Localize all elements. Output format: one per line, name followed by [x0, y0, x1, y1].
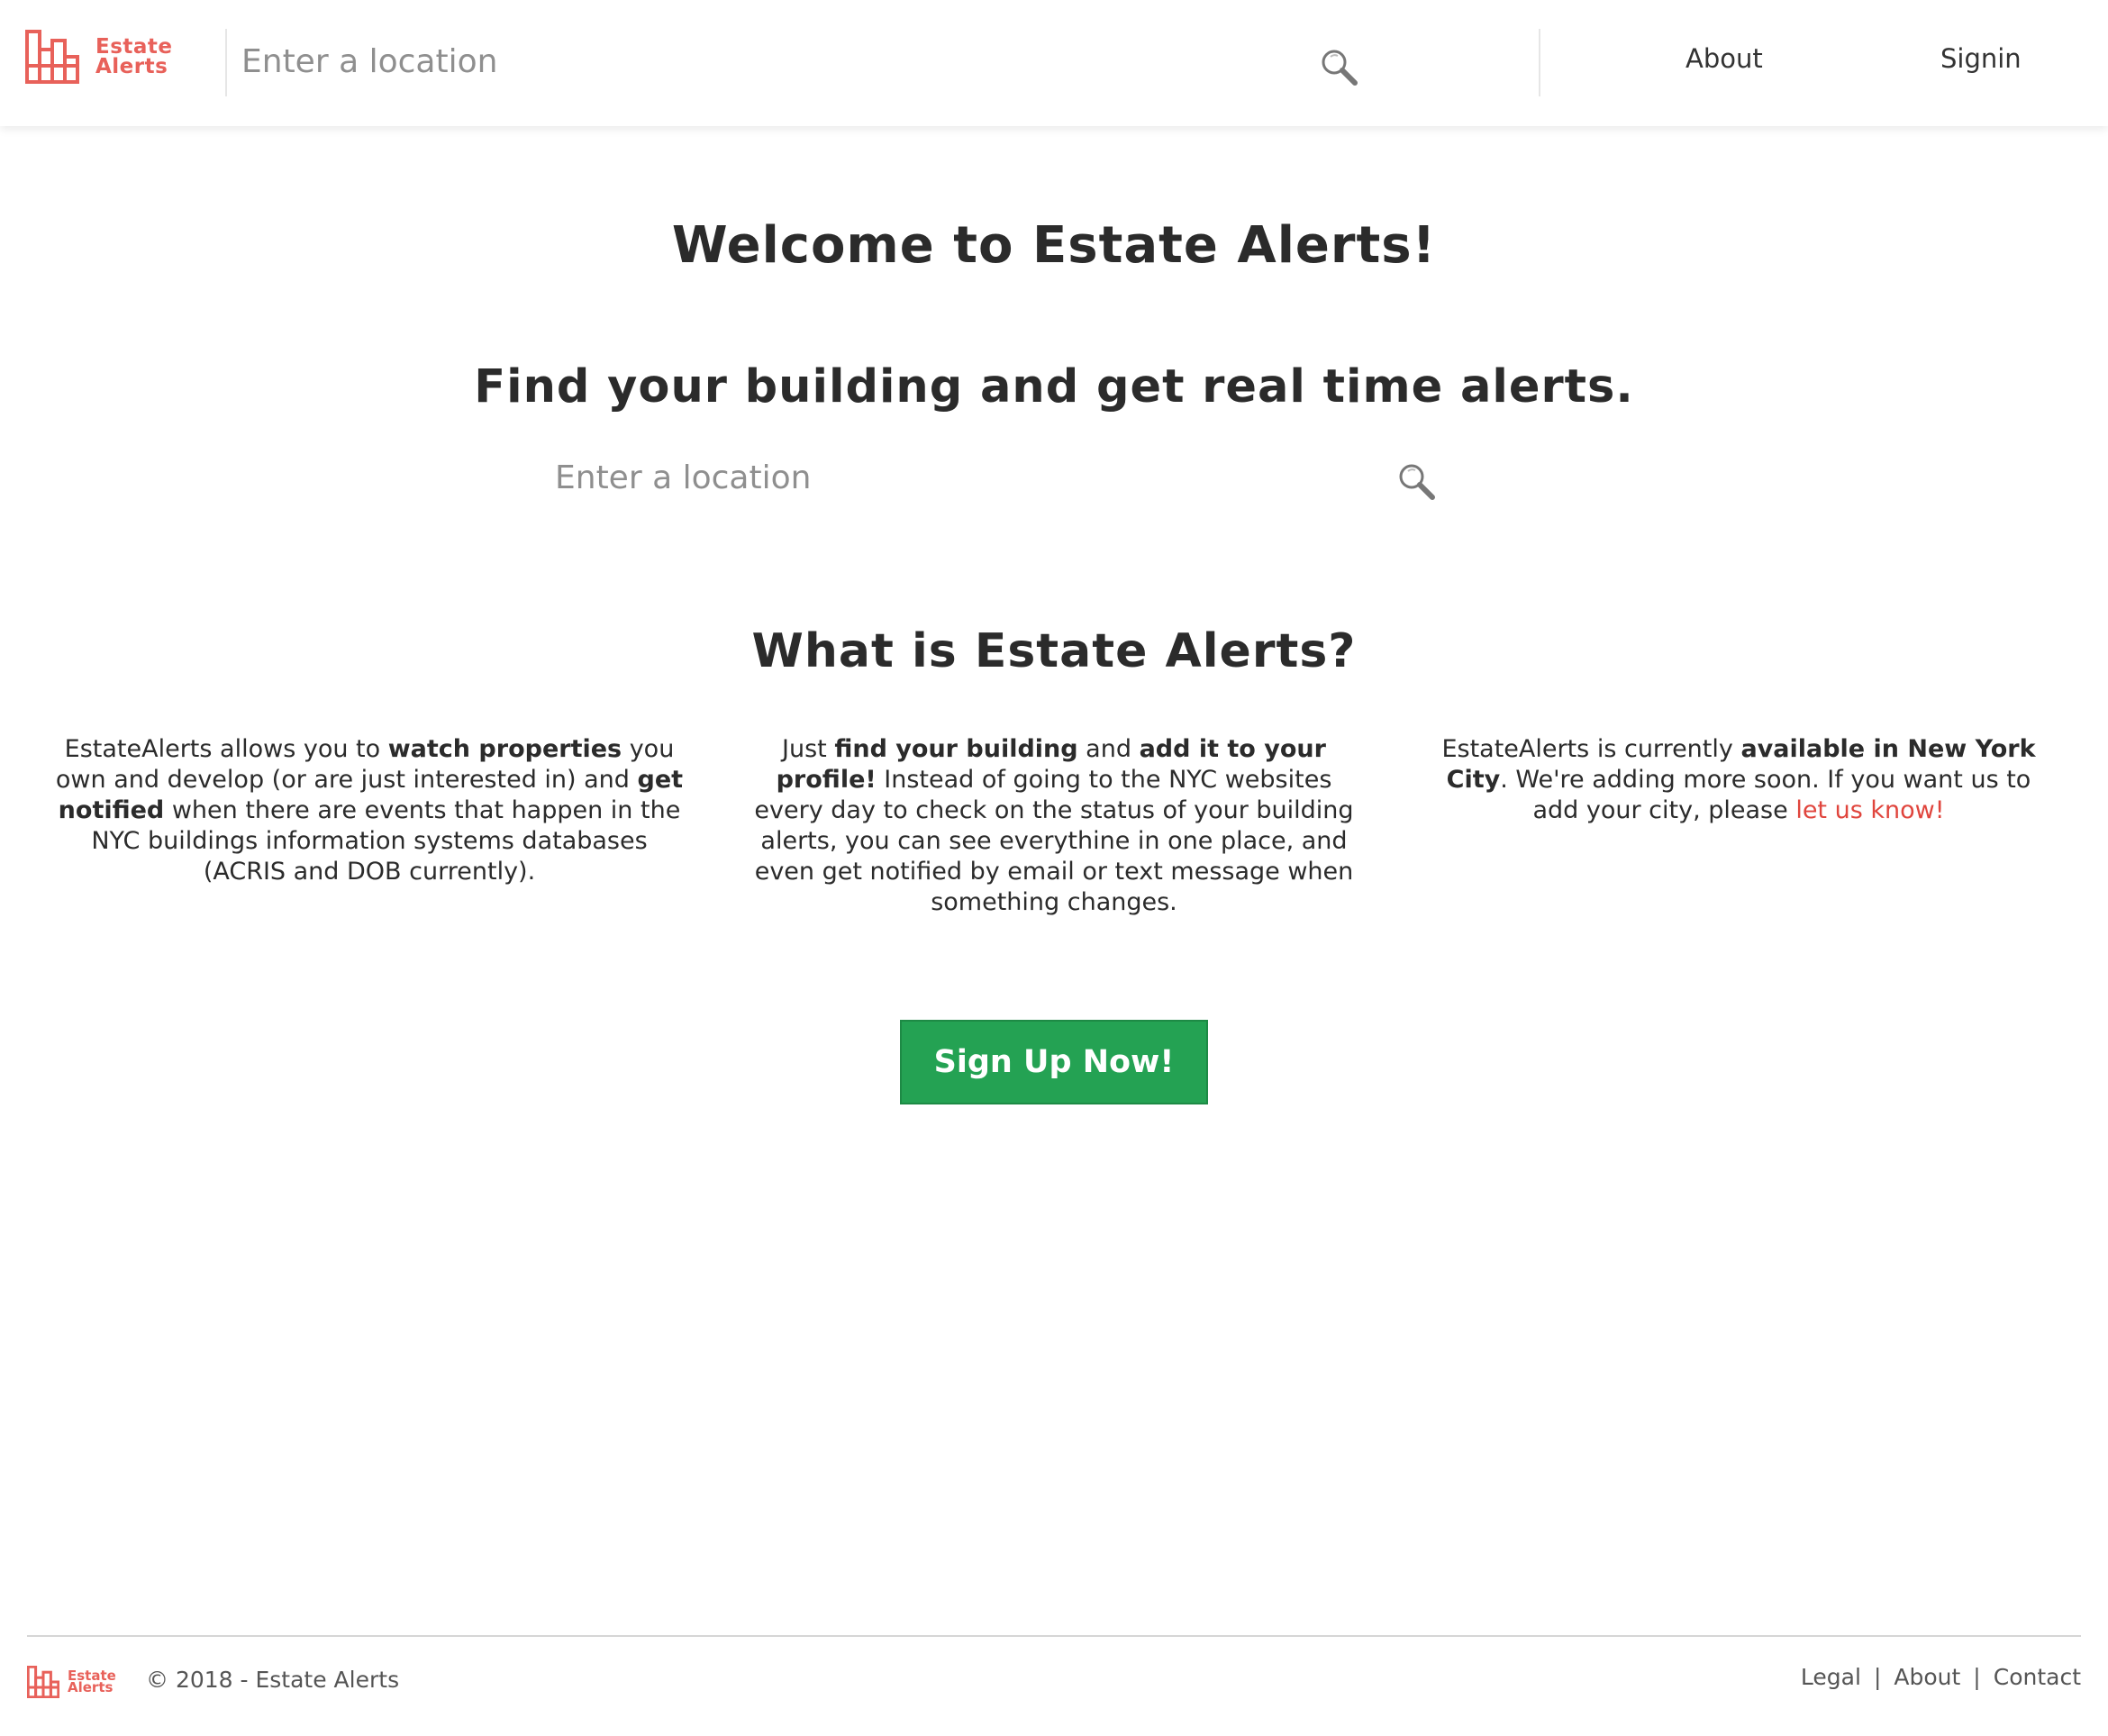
building-logo-icon — [25, 30, 79, 84]
brand-word-alerts: Alerts — [68, 1679, 114, 1695]
feature-column-profile: Just find your building and add it to yo… — [739, 734, 1369, 918]
footer-separator: | — [1873, 1664, 1882, 1690]
search-icon[interactable] — [1396, 461, 1436, 501]
tagline-heading: Find your building and get real time ale… — [474, 360, 1634, 414]
footer-links: Legal | About | Contact — [1801, 1664, 2081, 1690]
main-location-search-input[interactable] — [553, 450, 1418, 504]
feature-column-availability: EstateAlerts is currently available in N… — [1423, 734, 2054, 826]
brand-word-alerts: Alerts — [95, 55, 168, 78]
copyright-text: © 2018 - Estate Alerts — [146, 1667, 400, 1693]
header-divider — [1539, 29, 1540, 96]
let-us-know-link[interactable]: let us know! — [1795, 796, 1944, 824]
feature-highlight: watch properties — [387, 735, 622, 763]
sign-up-button[interactable]: Sign Up Now! — [900, 1020, 1208, 1104]
feature-text: . We're adding more soon. If you want us… — [1500, 766, 2031, 824]
feature-text: Just — [782, 735, 835, 763]
footer-about-link[interactable]: About — [1894, 1664, 1960, 1690]
feature-text: when there are events that happen in the… — [91, 796, 681, 886]
footer-contact-link[interactable]: Contact — [1994, 1664, 2081, 1690]
search-icon[interactable] — [1319, 47, 1358, 86]
footer-legal-link[interactable]: Legal — [1801, 1664, 1861, 1690]
feature-column-watch: EstateAlerts allows you to watch propert… — [54, 734, 685, 887]
feature-text: EstateAlerts is currently — [1441, 735, 1741, 763]
brand-word-estate: Estate — [95, 35, 173, 59]
what-is-heading: What is Estate Alerts? — [751, 624, 1357, 678]
brand-logo-link[interactable]: Estate Alerts — [25, 30, 173, 84]
footer-separator: | — [1973, 1664, 1981, 1690]
nav-signin-link[interactable]: Signin — [1940, 43, 2022, 74]
feature-text: and — [1077, 735, 1140, 763]
footer-brand-wordmark: Estate Alerts — [68, 1669, 116, 1695]
feature-highlight: find your building — [834, 735, 1078, 763]
header-divider — [225, 29, 227, 96]
nav-about-link[interactable]: About — [1685, 43, 1763, 74]
footer-brand-logo-link[interactable]: Estate Alerts — [27, 1666, 116, 1698]
top-nav-bar: Estate Alerts About Signin — [0, 0, 2108, 126]
footer-divider — [27, 1635, 2081, 1637]
building-logo-icon — [27, 1666, 59, 1698]
header-location-search-input[interactable] — [240, 34, 1276, 88]
welcome-heading: Welcome to Estate Alerts! — [671, 216, 1437, 275]
brand-wordmark: Estate Alerts — [95, 37, 173, 77]
feature-text: EstateAlerts allows you to — [64, 735, 388, 763]
